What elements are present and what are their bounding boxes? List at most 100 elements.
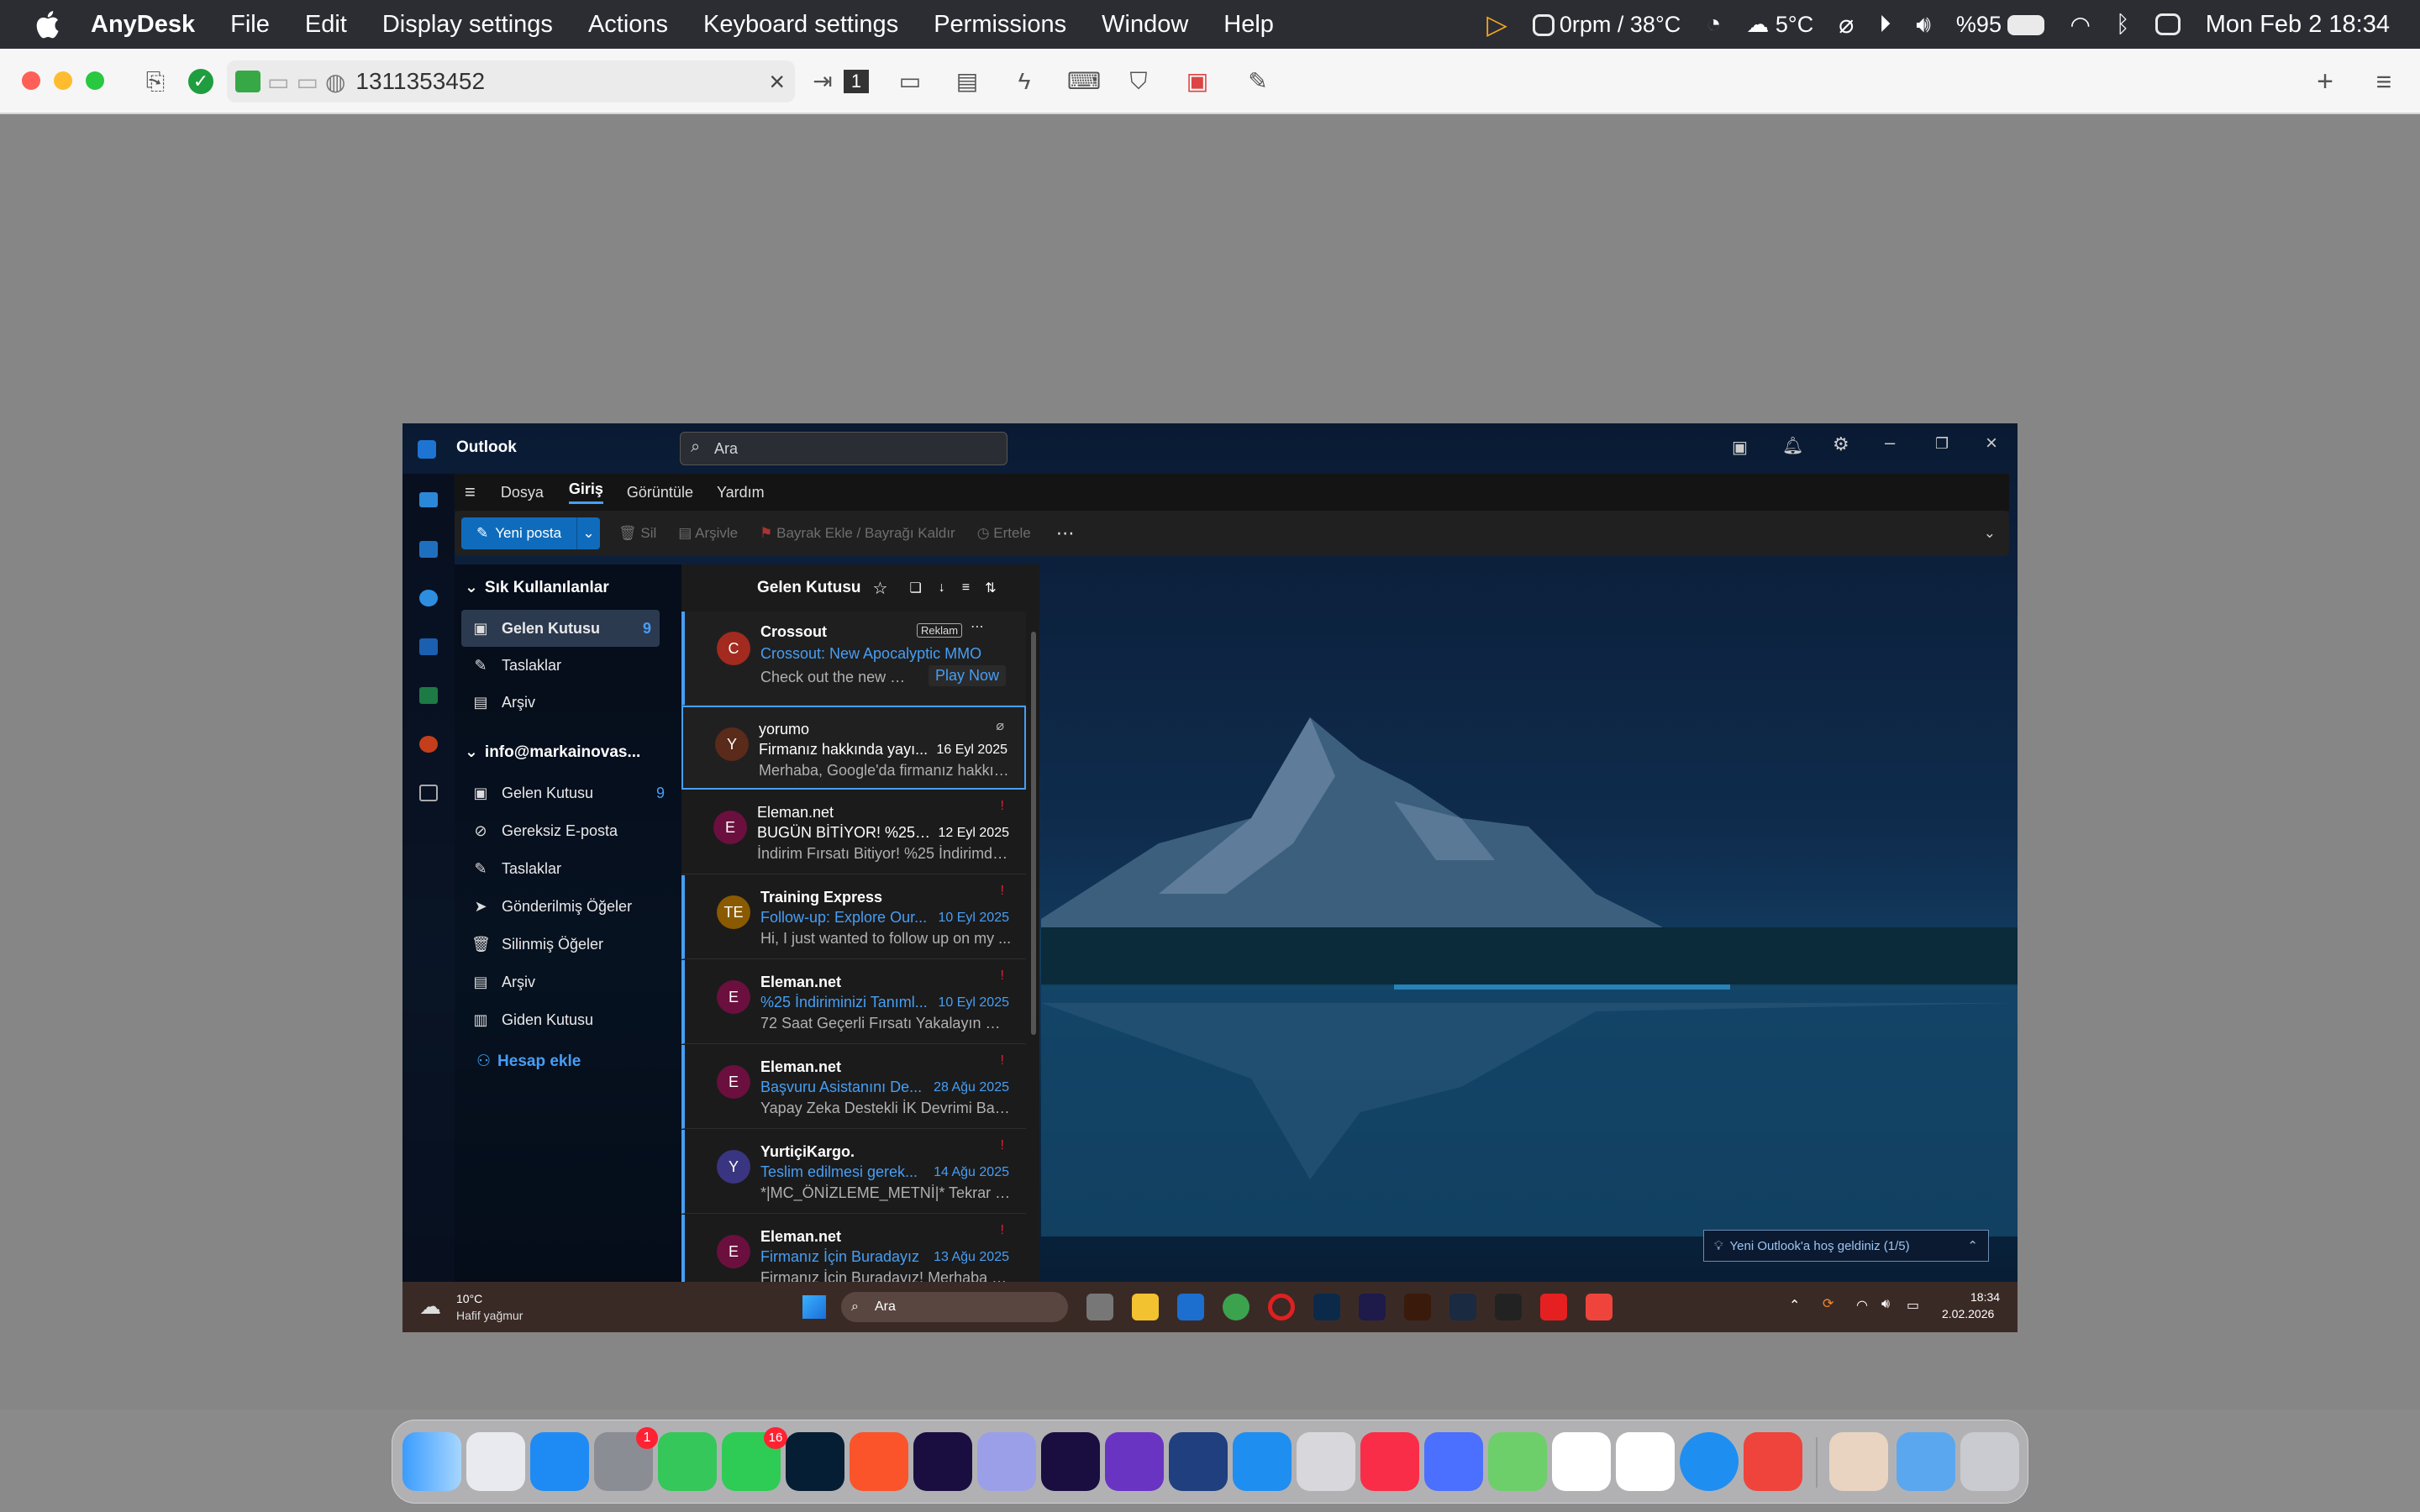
app-store-icon[interactable] [530, 1432, 589, 1491]
whiteboard-pen-icon[interactable]: ✎ [1244, 67, 1272, 96]
email-row[interactable]: Y YurtiçiKargo. Teslim edilmesi gerek... 14… [681, 1130, 1026, 1214]
menu-window[interactable]: Window [1102, 11, 1188, 39]
ad-more-icon[interactable]: ⋯ [971, 618, 984, 635]
xcode-icon[interactable] [1233, 1432, 1292, 1491]
my-day-icon[interactable]: ▣ [1732, 437, 1748, 458]
opera-icon[interactable] [1268, 1294, 1295, 1320]
folder-favorites-archive[interactable]: ▤ Arşiv [471, 684, 673, 721]
address-bar[interactable]: ▭ ▭ ◍ 1311353452 × [227, 60, 795, 102]
hamburger-icon[interactable]: ≡ [465, 481, 476, 503]
taskbar-search[interactable]: ⌕ Ara [841, 1292, 1068, 1322]
battery-status[interactable]: %95 [1956, 12, 2045, 38]
menu-help[interactable]: Help [1223, 11, 1274, 39]
chevron-up-icon[interactable]: ⌃ [1967, 1238, 1978, 1253]
gear-icon[interactable]: ⚙ [1833, 433, 1849, 455]
phone-icon[interactable] [658, 1432, 717, 1491]
speedtest-icon[interactable]: ◔ [1706, 10, 1721, 39]
remote-desktop-area[interactable]: Outlook ⌕ Ara ▣ 🔔︎ ⚙ – ❐ × ≡ Dosya Giriş [0, 114, 2420, 1410]
epic-games-icon[interactable] [1495, 1294, 1522, 1320]
volume-icon[interactable]: 🔊︎ [1916, 11, 1931, 39]
premiere-icon[interactable] [1359, 1294, 1386, 1320]
clock[interactable]: Mon Feb 2 18:34 [2206, 11, 2390, 39]
calendar-app-icon[interactable] [419, 541, 438, 558]
search-box[interactable]: ⌕ Ara [680, 432, 1007, 465]
play-icon[interactable]: ⏵ [1879, 11, 1891, 39]
after-effects-icon[interactable] [1041, 1432, 1100, 1491]
control-center-icon[interactable] [2154, 13, 2181, 35]
zoom-window-button[interactable] [86, 71, 104, 90]
excel-app-icon[interactable] [419, 687, 438, 704]
folder-favorites-inbox[interactable]: ▣ Gelen Kutusu 9 [461, 610, 660, 647]
keyboard-icon[interactable]: ⌨ [1067, 67, 1101, 96]
jump-down-icon[interactable]: ↓ [939, 580, 945, 596]
trash-icon[interactable] [1960, 1432, 2019, 1491]
apple-icon[interactable] [32, 8, 66, 41]
menu-keyboard-settings[interactable]: Keyboard settings [703, 11, 898, 39]
finder-icon[interactable] [402, 1432, 461, 1491]
plex-icon[interactable]: ▷ [1486, 8, 1507, 40]
ad-cta-button[interactable]: Play Now [929, 665, 1007, 686]
chat-icon[interactable]: ▤ [953, 67, 981, 96]
steam-icon[interactable] [1449, 1294, 1476, 1320]
flag-button[interactable]: ⚑ Bayrak Ekle / Bayrağı Kaldır [760, 525, 955, 542]
menu-actions[interactable]: Actions [588, 11, 668, 39]
people-app-icon[interactable] [419, 590, 438, 606]
paperclip-icon[interactable]: ⌀ [1839, 10, 1854, 39]
folder-inbox[interactable]: ▣ Gelen Kutusu 9 [471, 774, 673, 811]
battery-icon[interactable]: ▭ [1907, 1297, 1919, 1314]
record-icon[interactable]: ▣ [1183, 67, 1212, 96]
anydesk-dock-icon[interactable] [1744, 1432, 1802, 1491]
minimize-window-button[interactable] [54, 71, 72, 90]
tasks-icon[interactable] [1616, 1432, 1675, 1491]
premiere-icon[interactable] [913, 1432, 972, 1491]
cleaner-icon[interactable] [1488, 1432, 1547, 1491]
file-transfer-icon[interactable]: ⎘ [141, 67, 170, 96]
photoshop-icon[interactable] [786, 1432, 844, 1491]
bell-icon[interactable]: 🔔︎ [1782, 435, 1803, 456]
iphone-mirroring-icon[interactable] [1424, 1432, 1483, 1491]
bluetooth-icon[interactable]: ᛒ [2116, 11, 2130, 38]
taskbar-temp[interactable]: 10°C [456, 1292, 482, 1305]
fan-status[interactable]: 0rpm / 38°C [1532, 12, 1681, 38]
tab-view[interactable]: Görüntüle [627, 484, 693, 501]
menu-edit[interactable]: Edit [305, 11, 347, 39]
taskbar-date[interactable]: 2.02.2026 [1942, 1307, 1994, 1320]
session-icon[interactable]: ⇥ [808, 67, 837, 96]
file-explorer-icon[interactable] [1132, 1294, 1159, 1320]
archive-button[interactable]: ▤ Arşivle [678, 525, 738, 542]
folder-archive[interactable]: ▤ Arşiv [471, 963, 673, 1000]
wifi-icon[interactable]: ◠ [2070, 11, 2090, 39]
minimize-icon[interactable]: – [1885, 432, 1895, 454]
screen-recorder-icon[interactable] [1169, 1432, 1228, 1491]
clear-address-icon[interactable]: × [769, 66, 785, 97]
sync-icon[interactable]: ⟳ [1823, 1295, 1833, 1312]
select-icon[interactable]: ❏ [909, 580, 921, 596]
scrollbar[interactable] [1031, 632, 1036, 1035]
add-account-link[interactable]: ⚇ Hesap ekle [476, 1052, 581, 1071]
sort-icon[interactable]: ⇅ [985, 580, 996, 596]
weather-cloud-icon[interactable]: ☁ [419, 1294, 441, 1320]
menubar-app-name[interactable]: AnyDesk [91, 11, 195, 39]
folder-sent[interactable]: ➤ Gönderilmiş Öğeler [471, 888, 673, 925]
folder-icon[interactable] [1897, 1432, 1955, 1491]
anydesk-taskbar-icon[interactable] [1586, 1294, 1612, 1320]
chrome-icon[interactable] [1223, 1294, 1249, 1320]
folder-junk[interactable]: ⊘ Gereksiz E-posta [471, 812, 673, 849]
outlook-taskbar-icon[interactable] [1177, 1294, 1204, 1320]
tray-chevron-icon[interactable]: ⌃ [1789, 1297, 1800, 1314]
premiere-alt-icon[interactable] [977, 1432, 1036, 1491]
settings-gear-icon[interactable] [1297, 1432, 1355, 1491]
display-icon[interactable]: ▭ [896, 67, 924, 96]
snooze-button[interactable]: ◷ Ertele [977, 525, 1031, 542]
more-options-icon[interactable]: ⋯ [1056, 522, 1075, 544]
apps-grid-icon[interactable] [419, 785, 438, 801]
folder-favorites-drafts[interactable]: ✎ Taslaklar [471, 647, 673, 684]
folder-outbox[interactable]: ▥ Giden Kutusu [471, 1001, 673, 1038]
monitor-1-icon[interactable]: 1 [844, 70, 869, 93]
account-header[interactable]: ⌄ info@markainovas... [465, 743, 640, 762]
speaker-icon[interactable]: 🔊︎ [1881, 1297, 1890, 1312]
launchpad-icon[interactable] [466, 1432, 525, 1491]
email-row[interactable]: TE Training Express Follow-up: Explore Our… [681, 875, 1026, 959]
close-window-button[interactable] [22, 71, 40, 90]
address-text[interactable]: 1311353452 [355, 68, 485, 95]
